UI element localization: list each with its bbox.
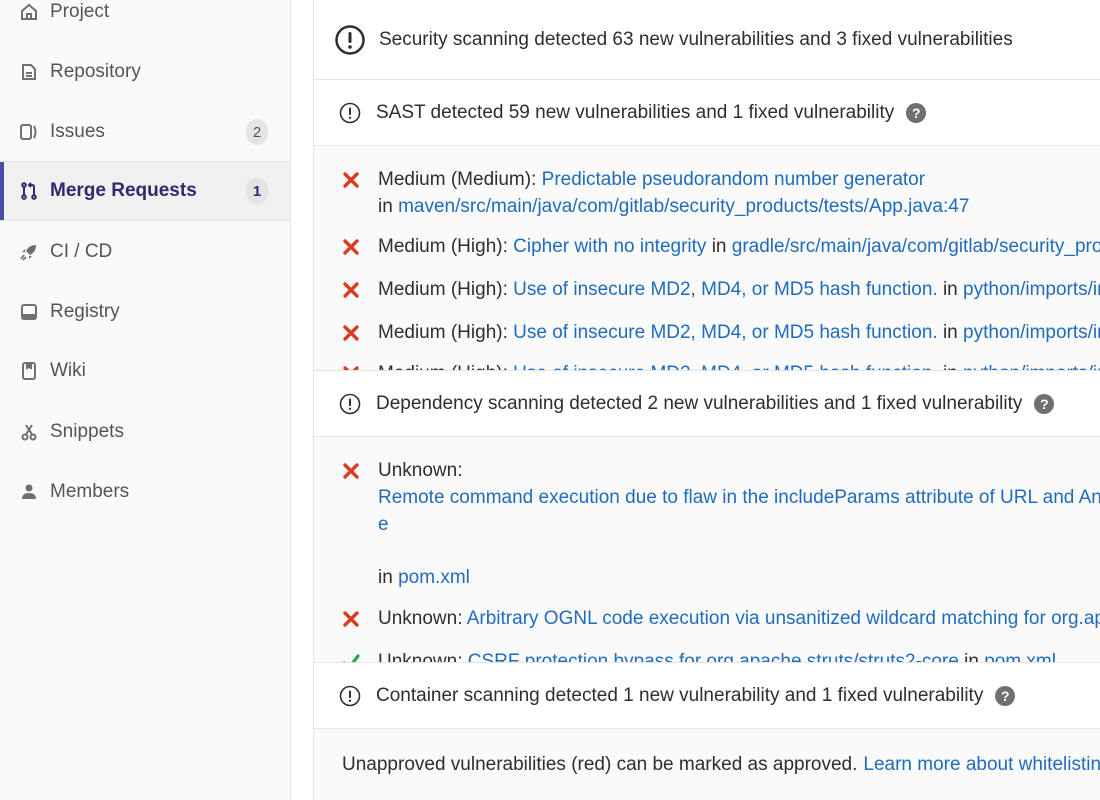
help-icon[interactable]: ? bbox=[1034, 393, 1055, 414]
scissors-icon bbox=[18, 421, 40, 443]
vulnerability-item: Unknown: Arbitrary OGNL code execution v… bbox=[314, 605, 1100, 632]
file-link[interactable]: python/imports/imports-aliases.py bbox=[963, 322, 1100, 343]
in-label: in bbox=[706, 236, 732, 257]
severity-label: Unknown: bbox=[378, 651, 468, 663]
dependency-scanning-header[interactable]: Dependency scanning detected 2 new vulne… bbox=[314, 371, 1100, 437]
sidebar-item-registry[interactable]: Registry bbox=[0, 282, 290, 342]
sast-summary-text: SAST detected 59 new vulnerabilities and… bbox=[376, 101, 895, 123]
sast-vulnerability-list[interactable]: Medium (Medium): Predictable pseudorando… bbox=[314, 146, 1100, 371]
sidebar-item-snippets[interactable]: Snippets bbox=[0, 402, 290, 462]
vulnerability-link[interactable]: Remote command execution due to flaw in … bbox=[378, 487, 1100, 508]
whitelist-note-text: Unapproved vulnerabilities (red) can be … bbox=[342, 753, 858, 775]
vulnerability-link[interactable]: Cipher with no integrity bbox=[513, 236, 706, 257]
vulnerability-item: Medium (High): Use of insecure MD2, MD4,… bbox=[314, 360, 1100, 370]
warning-icon bbox=[339, 685, 361, 707]
file-link[interactable]: gradle/src/main/java/com/gitlab/security… bbox=[732, 236, 1100, 257]
in-label: in bbox=[938, 363, 963, 370]
file-link[interactable]: pom.xml bbox=[398, 567, 470, 588]
sidebar-item-label: Registry bbox=[50, 301, 120, 322]
failed-x-icon bbox=[341, 457, 361, 484]
vulnerability-link-wrap[interactable]: e bbox=[378, 514, 389, 535]
sidebar-item-label: Repository bbox=[50, 61, 141, 82]
help-icon[interactable]: ? bbox=[995, 685, 1016, 706]
severity-label: Medium (High): bbox=[378, 236, 514, 257]
help-icon[interactable]: ? bbox=[906, 102, 927, 123]
vulnerability-item: Medium (High): Cipher with no integrity … bbox=[314, 233, 1100, 260]
user-icon bbox=[18, 481, 40, 503]
rocket-icon bbox=[18, 241, 40, 263]
failed-x-icon bbox=[341, 360, 361, 370]
in-label: in bbox=[937, 279, 964, 300]
sidebar-item-wiki[interactable]: Wiki bbox=[0, 341, 290, 401]
vulnerability-link[interactable]: Predictable pseudorandom number generato… bbox=[542, 169, 925, 190]
sidebar-item-label: Issues bbox=[50, 121, 105, 142]
failed-x-icon bbox=[341, 319, 361, 346]
issues-icon bbox=[18, 121, 40, 143]
warning-icon bbox=[334, 24, 366, 56]
sidebar-item-project[interactable]: Project bbox=[0, 0, 290, 42]
sidebar-item-merge-requests[interactable]: Merge Requests 1 bbox=[0, 161, 290, 221]
failed-x-icon bbox=[341, 605, 361, 632]
merge-requests-count-badge: 1 bbox=[246, 178, 268, 204]
vulnerability-item: Medium (Medium): Predictable pseudorando… bbox=[314, 166, 1100, 220]
container-summary-text: Container scanning detected 1 new vulner… bbox=[376, 684, 984, 706]
warning-icon bbox=[339, 393, 361, 415]
fixed-check-icon bbox=[341, 648, 361, 662]
severity-label: Medium (High): bbox=[378, 279, 514, 300]
in-label: in bbox=[937, 322, 964, 343]
book-icon bbox=[18, 360, 40, 382]
merge-request-icon bbox=[18, 180, 40, 202]
severity-label: Medium (High): bbox=[378, 322, 514, 343]
security-summary-header: Security scanning detected 63 new vulner… bbox=[314, 0, 1100, 80]
security-summary-text: Security scanning detected 63 new vulner… bbox=[379, 28, 1013, 50]
whitelist-note: Unapproved vulnerabilities (red) can be … bbox=[314, 729, 1100, 800]
vulnerability-link[interactable]: CSRF protection bypass for org.apache.st… bbox=[468, 651, 959, 662]
registry-icon bbox=[18, 301, 40, 323]
sidebar-item-label: Snippets bbox=[50, 421, 124, 442]
sidebar-item-members[interactable]: Members bbox=[0, 462, 290, 522]
dependency-summary-text: Dependency scanning detected 2 new vulne… bbox=[376, 392, 1023, 414]
sidebar-item-label: Project bbox=[50, 1, 110, 22]
vulnerability-item: Unknown: Remote command execution due to… bbox=[314, 457, 1100, 591]
issues-count-badge: 2 bbox=[246, 119, 268, 145]
document-icon bbox=[18, 61, 40, 83]
failed-x-icon bbox=[341, 233, 361, 260]
severity-label: Unknown: bbox=[378, 608, 467, 629]
warning-icon bbox=[339, 102, 361, 124]
container-scanning-header[interactable]: Container scanning detected 1 new vulner… bbox=[314, 663, 1100, 729]
sidebar-item-issues[interactable]: Issues 2 bbox=[0, 102, 290, 162]
home-icon bbox=[18, 1, 40, 23]
dependency-vulnerability-list[interactable]: Unknown: Remote command execution due to… bbox=[314, 437, 1100, 663]
severity-label: Unknown: bbox=[378, 460, 463, 481]
vulnerability-link[interactable]: Use of insecure MD2, MD4, or MD5 hash fu… bbox=[513, 322, 938, 343]
file-link[interactable]: pom.xml bbox=[984, 651, 1056, 662]
vulnerability-link[interactable]: Use of insecure MD2, MD4, or MD5 hash fu… bbox=[513, 279, 938, 300]
severity-label: Medium (Medium): bbox=[378, 169, 542, 190]
in-label: in bbox=[958, 651, 985, 663]
vulnerability-item: Medium (High): Use of insecure MD2, MD4,… bbox=[314, 276, 1100, 303]
file-link[interactable]: python/imports/imports-aliases.py bbox=[963, 279, 1100, 300]
failed-x-icon bbox=[341, 276, 361, 303]
sidebar-item-label: Merge Requests bbox=[50, 180, 197, 201]
security-report-panel: Security scanning detected 63 new vulner… bbox=[313, 0, 1100, 800]
sidebar: Project Repository Issues 2 Merge Reques… bbox=[0, 0, 291, 800]
sidebar-item-repository[interactable]: Repository bbox=[0, 42, 290, 102]
in-label: in bbox=[378, 196, 399, 217]
sidebar-item-label: Members bbox=[50, 481, 130, 502]
learn-more-whitelisting-link[interactable]: Learn more about whitelisting bbox=[863, 754, 1100, 776]
sidebar-item-label: CI / CD bbox=[50, 241, 113, 262]
file-link[interactable]: python/imports/imports-aliases.py bbox=[963, 363, 1100, 370]
vulnerability-item: Unknown: CSRF protection bypass for org.… bbox=[314, 648, 1100, 663]
in-label: in bbox=[378, 567, 399, 588]
vulnerability-item: Medium (High): Use of insecure MD2, MD4,… bbox=[314, 319, 1100, 346]
sast-header[interactable]: SAST detected 59 new vulnerabilities and… bbox=[314, 80, 1100, 146]
vulnerability-link[interactable]: Arbitrary OGNL code execution via unsani… bbox=[467, 608, 1100, 629]
vulnerability-link[interactable]: Use of insecure MD2, MD4, or MD5 hash fu… bbox=[513, 363, 938, 370]
file-link[interactable]: maven/src/main/java/com/gitlab/security_… bbox=[398, 196, 969, 217]
failed-x-icon bbox=[341, 166, 361, 193]
sidebar-item-ci-cd[interactable]: CI / CD bbox=[0, 222, 290, 282]
severity-label: Medium (High): bbox=[378, 363, 513, 370]
sidebar-item-label: Wiki bbox=[50, 360, 86, 381]
